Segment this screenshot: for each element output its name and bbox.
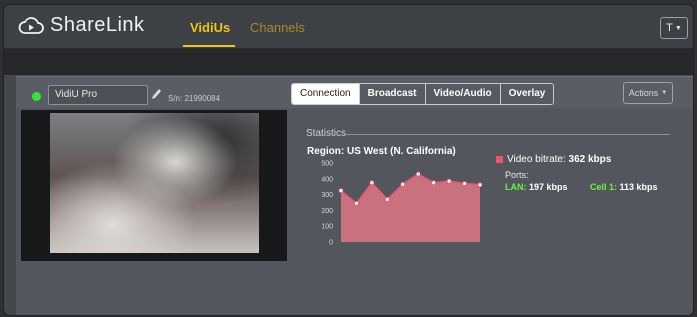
lan-value: 197 kbps [529,182,568,192]
tab-broadcast[interactable]: Broadcast [358,84,425,104]
caret-down-icon: ▼ [661,90,668,96]
bitrate-data-point [354,200,359,206]
device-panel: VidiU Pro S/n: 21990084 Connection Broad… [16,76,693,315]
y-tick-label: 200 [321,208,333,215]
video-bitrate-value: 362 kbps [568,154,612,165]
bitrate-area-fill [341,174,480,242]
tab-video-audio[interactable]: Video/Audio [424,84,500,104]
cell-value: 113 kbps [619,182,658,192]
y-tick-label: 0 [329,240,333,247]
cell-label: Cell 1: [590,182,618,192]
bitrate-area-chart: 500 400 300 200 100 0 [321,161,483,247]
video-preview-image[interactable] [50,113,259,253]
device-panel-header: VidiU Pro S/n: 21990084 Connection Broad… [16,77,693,108]
device-name-field[interactable]: VidiU Pro [48,85,148,105]
user-menu-button[interactable]: T ▼ [660,17,688,39]
lan-label: LAN: [505,182,527,192]
logo-text: ShareLink [50,14,145,36]
device-tabs: Connection Broadcast Video/Audio Overlay [291,83,555,105]
statistics-heading: Statistics [306,128,347,139]
tab-overlay[interactable]: Overlay [499,84,554,104]
statistics-divider [345,134,670,135]
edit-pencil-icon[interactable] [150,87,162,101]
legend-prefix: Video bitrate: [507,154,569,165]
y-tick-label: 100 [321,224,333,231]
bitrate-data-point [446,178,452,184]
lan-port-stat: LAN: 197 kbps [505,182,568,192]
y-tick-label: 500 [321,161,333,168]
bitrate-data-point [338,188,344,194]
video-bitrate-legend-swatch [496,156,503,163]
top-navigation-bar: ShareLink VidiUs Channels T ▼ [4,5,693,49]
y-tick-label: 300 [321,192,333,199]
online-status-indicator [32,92,41,101]
y-tick-label: 400 [321,176,333,183]
video-preview-container [21,110,287,261]
cloud-play-icon [18,16,44,34]
actions-dropdown-button[interactable]: Actions ▼ [623,82,673,104]
active-tab-indicator [183,45,235,47]
app-window: ShareLink VidiUs Channels T ▼ VidiU Pro … [4,5,693,315]
video-bitrate-legend: Video bitrate: 362 kbps [507,154,611,165]
region-label: Region: US West (N. California) [307,146,456,157]
sub-toolbar [4,49,693,75]
nav-tab-vidius[interactable]: VidiUs [190,20,230,35]
cell-port-stat: Cell 1: 113 kbps [590,182,658,192]
bitrate-data-point [477,182,483,188]
user-initial: T [666,22,673,34]
bitrate-data-point [384,196,390,202]
bitrate-data-point [462,181,467,186]
ports-label: Ports: [505,170,529,180]
bitrate-data-point [431,180,437,186]
actions-label: Actions [628,88,659,98]
tab-connection[interactable]: Connection [292,84,359,104]
bitrate-data-point [400,181,406,187]
bitrate-data-point [369,180,375,186]
serial-number: S/n: 21990084 [168,94,221,103]
nav-tab-channels[interactable]: Channels [250,20,305,35]
sharelink-logo[interactable]: ShareLink [18,14,145,37]
caret-down-icon: ▼ [674,24,682,32]
bitrate-data-point [415,171,421,177]
